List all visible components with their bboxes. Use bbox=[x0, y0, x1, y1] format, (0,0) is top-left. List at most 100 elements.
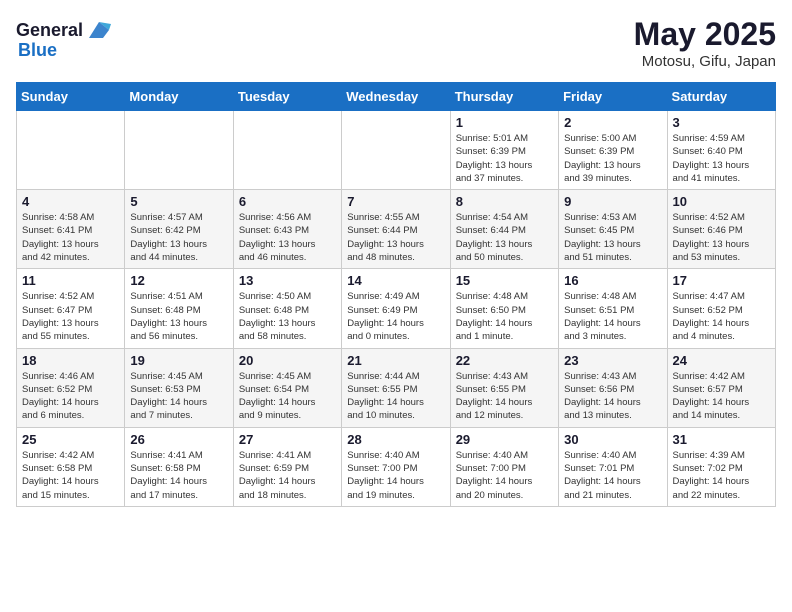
day-info: Sunrise: 5:01 AM Sunset: 6:39 PM Dayligh… bbox=[456, 132, 553, 185]
calendar-cell: 9 Sunrise: 4:53 AM Sunset: 6:45 PM Daylig… bbox=[559, 190, 667, 269]
calendar-cell: 1 Sunrise: 5:01 AM Sunset: 6:39 PM Daylig… bbox=[450, 111, 558, 190]
day-info: Sunrise: 4:40 AM Sunset: 7:00 PM Dayligh… bbox=[456, 449, 553, 502]
day-info: Sunrise: 4:49 AM Sunset: 6:49 PM Dayligh… bbox=[347, 290, 444, 343]
day-info: Sunrise: 4:55 AM Sunset: 6:44 PM Dayligh… bbox=[347, 211, 444, 264]
calendar-cell: 29 Sunrise: 4:40 AM Sunset: 7:00 PM Dayli… bbox=[450, 427, 558, 506]
logo: General Blue bbox=[16, 16, 113, 61]
day-info: Sunrise: 4:42 AM Sunset: 6:57 PM Dayligh… bbox=[673, 370, 770, 423]
calendar-week-row: 25 Sunrise: 4:42 AM Sunset: 6:58 PM Dayli… bbox=[17, 427, 776, 506]
day-number: 19 bbox=[130, 353, 227, 368]
calendar-week-row: 11 Sunrise: 4:52 AM Sunset: 6:47 PM Dayli… bbox=[17, 269, 776, 348]
calendar-cell: 16Sunrise: 4:48 AM Sunset: 6:51 PM Dayli… bbox=[559, 269, 667, 348]
weekday-header-row: SundayMondayTuesdayWednesdayThursdayFrid… bbox=[17, 83, 776, 111]
day-number: 3 bbox=[673, 115, 770, 130]
day-info: Sunrise: 4:46 AM Sunset: 6:52 PM Dayligh… bbox=[22, 370, 119, 423]
calendar-cell: 27Sunrise: 4:41 AM Sunset: 6:59 PM Dayli… bbox=[233, 427, 341, 506]
calendar-table: SundayMondayTuesdayWednesdayThursdayFrid… bbox=[16, 82, 776, 507]
calendar-cell: 6 Sunrise: 4:56 AM Sunset: 6:43 PM Daylig… bbox=[233, 190, 341, 269]
day-number: 7 bbox=[347, 194, 444, 209]
calendar-cell bbox=[125, 111, 233, 190]
calendar-cell: 18 Sunrise: 4:46 AM Sunset: 6:52 PM Dayli… bbox=[17, 348, 125, 427]
day-info: Sunrise: 4:54 AM Sunset: 6:44 PM Dayligh… bbox=[456, 211, 553, 264]
calendar-cell: 21 Sunrise: 4:44 AM Sunset: 6:55 PM Dayli… bbox=[342, 348, 450, 427]
day-info: Sunrise: 4:45 AM Sunset: 6:54 PM Dayligh… bbox=[239, 370, 336, 423]
day-number: 8 bbox=[456, 194, 553, 209]
calendar-cell: 31 Sunrise: 4:39 AM Sunset: 7:02 PM Dayli… bbox=[667, 427, 775, 506]
day-info: Sunrise: 4:41 AM Sunset: 6:58 PM Dayligh… bbox=[130, 449, 227, 502]
day-info: Sunrise: 4:47 AM Sunset: 6:52 PM Dayligh… bbox=[673, 290, 770, 343]
calendar-cell bbox=[342, 111, 450, 190]
logo-blue: Blue bbox=[18, 40, 57, 61]
day-info: Sunrise: 4:40 AM Sunset: 7:00 PM Dayligh… bbox=[347, 449, 444, 502]
weekday-header-monday: Monday bbox=[125, 83, 233, 111]
day-info: Sunrise: 4:59 AM Sunset: 6:40 PM Dayligh… bbox=[673, 132, 770, 185]
calendar-cell: 26Sunrise: 4:41 AM Sunset: 6:58 PM Dayli… bbox=[125, 427, 233, 506]
calendar-cell: 28Sunrise: 4:40 AM Sunset: 7:00 PM Dayli… bbox=[342, 427, 450, 506]
day-number: 6 bbox=[239, 194, 336, 209]
weekday-header-tuesday: Tuesday bbox=[233, 83, 341, 111]
logo-icon bbox=[85, 16, 113, 44]
day-number: 30 bbox=[564, 432, 661, 447]
calendar-cell: 22 Sunrise: 4:43 AM Sunset: 6:55 PM Dayli… bbox=[450, 348, 558, 427]
weekday-header-friday: Friday bbox=[559, 83, 667, 111]
calendar-cell: 25 Sunrise: 4:42 AM Sunset: 6:58 PM Dayli… bbox=[17, 427, 125, 506]
day-number: 14 bbox=[347, 273, 444, 288]
day-number: 24 bbox=[673, 353, 770, 368]
calendar-cell: 5Sunrise: 4:57 AM Sunset: 6:42 PM Daylig… bbox=[125, 190, 233, 269]
day-number: 18 bbox=[22, 353, 119, 368]
day-number: 10 bbox=[673, 194, 770, 209]
day-number: 29 bbox=[456, 432, 553, 447]
calendar-cell: 2Sunrise: 5:00 AM Sunset: 6:39 PM Daylig… bbox=[559, 111, 667, 190]
weekday-header-thursday: Thursday bbox=[450, 83, 558, 111]
day-info: Sunrise: 4:39 AM Sunset: 7:02 PM Dayligh… bbox=[673, 449, 770, 502]
day-number: 1 bbox=[456, 115, 553, 130]
day-info: Sunrise: 4:58 AM Sunset: 6:41 PM Dayligh… bbox=[22, 211, 119, 264]
calendar-week-row: 18 Sunrise: 4:46 AM Sunset: 6:52 PM Dayli… bbox=[17, 348, 776, 427]
title-area: May 2025 Motosu, Gifu, Japan bbox=[634, 16, 776, 70]
calendar-cell bbox=[233, 111, 341, 190]
calendar-cell: 4Sunrise: 4:58 AM Sunset: 6:41 PM Daylig… bbox=[17, 190, 125, 269]
calendar-cell: 17Sunrise: 4:47 AM Sunset: 6:52 PM Dayli… bbox=[667, 269, 775, 348]
calendar-cell: 20Sunrise: 4:45 AM Sunset: 6:54 PM Dayli… bbox=[233, 348, 341, 427]
calendar-week-row: 4Sunrise: 4:58 AM Sunset: 6:41 PM Daylig… bbox=[17, 190, 776, 269]
day-info: Sunrise: 4:40 AM Sunset: 7:01 PM Dayligh… bbox=[564, 449, 661, 502]
day-number: 12 bbox=[130, 273, 227, 288]
location-subtitle: Motosu, Gifu, Japan bbox=[634, 53, 776, 70]
calendar-cell: 8 Sunrise: 4:54 AM Sunset: 6:44 PM Daylig… bbox=[450, 190, 558, 269]
calendar-cell: 12Sunrise: 4:51 AM Sunset: 6:48 PM Dayli… bbox=[125, 269, 233, 348]
day-info: Sunrise: 4:48 AM Sunset: 6:50 PM Dayligh… bbox=[456, 290, 553, 343]
day-number: 9 bbox=[564, 194, 661, 209]
day-number: 23 bbox=[564, 353, 661, 368]
calendar-cell: 13Sunrise: 4:50 AM Sunset: 6:48 PM Dayli… bbox=[233, 269, 341, 348]
day-number: 11 bbox=[22, 273, 119, 288]
day-info: Sunrise: 4:57 AM Sunset: 6:42 PM Dayligh… bbox=[130, 211, 227, 264]
day-number: 31 bbox=[673, 432, 770, 447]
day-info: Sunrise: 4:52 AM Sunset: 6:47 PM Dayligh… bbox=[22, 290, 119, 343]
day-number: 22 bbox=[456, 353, 553, 368]
calendar-cell: 19 Sunrise: 4:45 AM Sunset: 6:53 PM Dayli… bbox=[125, 348, 233, 427]
calendar-cell: 10Sunrise: 4:52 AM Sunset: 6:46 PM Dayli… bbox=[667, 190, 775, 269]
calendar-cell: 23 Sunrise: 4:43 AM Sunset: 6:56 PM Dayli… bbox=[559, 348, 667, 427]
day-number: 25 bbox=[22, 432, 119, 447]
calendar-cell: 24 Sunrise: 4:42 AM Sunset: 6:57 PM Dayli… bbox=[667, 348, 775, 427]
day-info: Sunrise: 4:43 AM Sunset: 6:56 PM Dayligh… bbox=[564, 370, 661, 423]
day-number: 21 bbox=[347, 353, 444, 368]
calendar-cell: 15 Sunrise: 4:48 AM Sunset: 6:50 PM Dayli… bbox=[450, 269, 558, 348]
day-info: Sunrise: 4:43 AM Sunset: 6:55 PM Dayligh… bbox=[456, 370, 553, 423]
calendar-cell bbox=[17, 111, 125, 190]
weekday-header-sunday: Sunday bbox=[17, 83, 125, 111]
calendar-cell: 3 Sunrise: 4:59 AM Sunset: 6:40 PM Daylig… bbox=[667, 111, 775, 190]
weekday-header-saturday: Saturday bbox=[667, 83, 775, 111]
day-number: 15 bbox=[456, 273, 553, 288]
day-info: Sunrise: 4:45 AM Sunset: 6:53 PM Dayligh… bbox=[130, 370, 227, 423]
day-info: Sunrise: 4:44 AM Sunset: 6:55 PM Dayligh… bbox=[347, 370, 444, 423]
calendar-cell: 14 Sunrise: 4:49 AM Sunset: 6:49 PM Dayli… bbox=[342, 269, 450, 348]
day-info: Sunrise: 4:53 AM Sunset: 6:45 PM Dayligh… bbox=[564, 211, 661, 264]
day-number: 2 bbox=[564, 115, 661, 130]
page-header: General Blue May 2025 Motosu, Gifu, Japa… bbox=[16, 16, 776, 70]
calendar-cell: 30 Sunrise: 4:40 AM Sunset: 7:01 PM Dayli… bbox=[559, 427, 667, 506]
day-info: Sunrise: 4:56 AM Sunset: 6:43 PM Dayligh… bbox=[239, 211, 336, 264]
day-info: Sunrise: 4:50 AM Sunset: 6:48 PM Dayligh… bbox=[239, 290, 336, 343]
day-info: Sunrise: 4:42 AM Sunset: 6:58 PM Dayligh… bbox=[22, 449, 119, 502]
day-number: 16 bbox=[564, 273, 661, 288]
